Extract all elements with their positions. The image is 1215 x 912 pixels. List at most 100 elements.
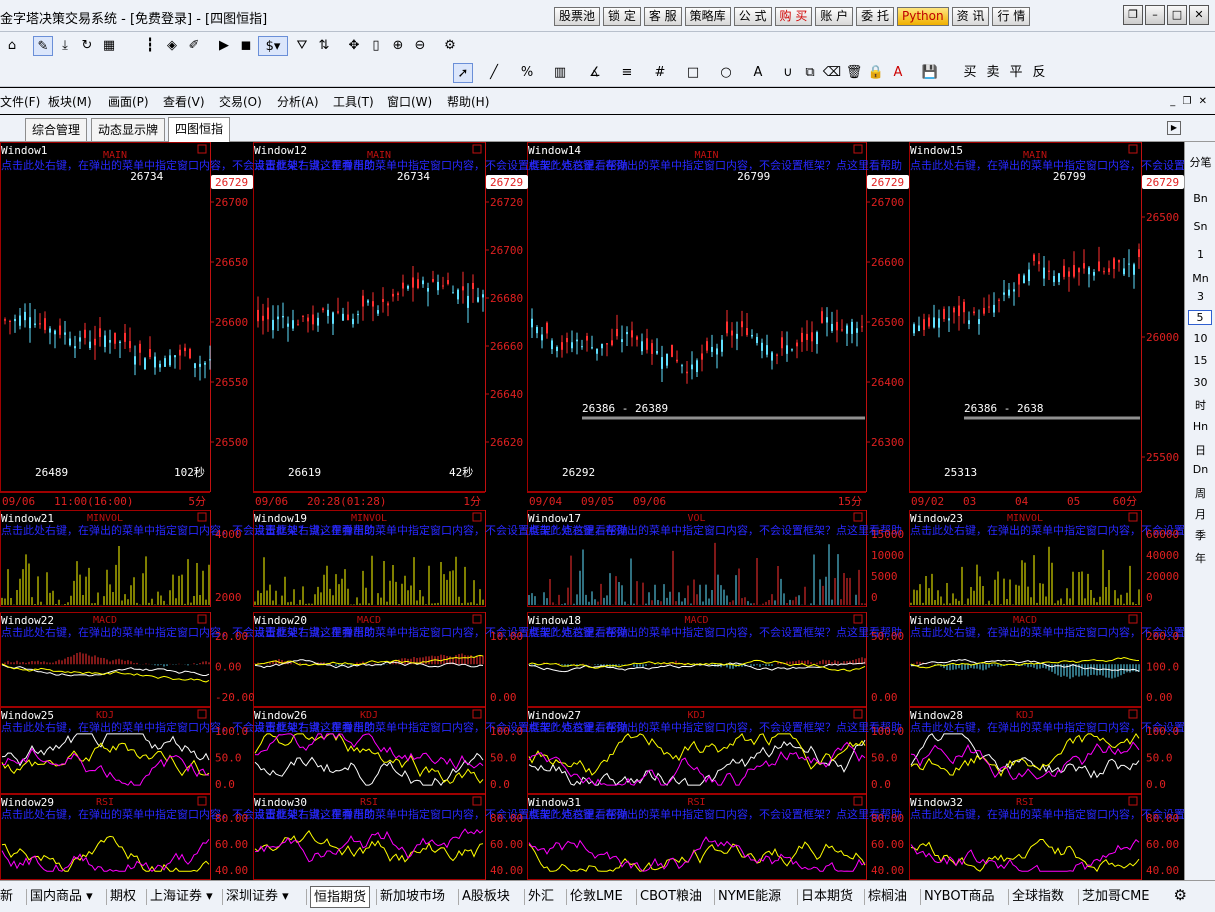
cursor-icon[interactable]: ➚ (453, 63, 473, 83)
line-tool-icon[interactable]: ╱ (484, 63, 504, 83)
market-tab-12[interactable]: 日本期货 (801, 886, 853, 908)
filter-icon[interactable]: ⛛ (292, 36, 312, 56)
period-button-3[interactable]: 1 (1185, 248, 1215, 261)
market-tab-10[interactable]: CBOT粮油 (640, 886, 702, 908)
maximize-button[interactable]: □ (1167, 5, 1187, 25)
edit-icon[interactable]: ✐ (184, 36, 204, 56)
menu-help[interactable]: 帮助(H) (447, 93, 489, 110)
period-button-12[interactable]: 日 (1185, 442, 1215, 458)
angle-tool-icon[interactable]: ∡ (585, 63, 605, 83)
fib-tool-icon[interactable]: ▥ (550, 63, 570, 83)
period-button-5[interactable]: 3 (1185, 290, 1215, 303)
account-button[interactable]: 账 户 (815, 7, 854, 26)
tab-four-hsi[interactable]: 四图恒指 (168, 117, 231, 142)
period-button-16[interactable]: 季 (1185, 527, 1215, 543)
kline-icon[interactable]: ┇ (140, 36, 160, 56)
period-button-9[interactable]: 30 (1185, 376, 1215, 389)
stop-icon[interactable]: ◼ (236, 36, 256, 56)
lock-icon[interactable]: 🔒 (866, 63, 886, 83)
period-button-2[interactable]: Sn (1185, 220, 1215, 233)
tab-dynamic-board[interactable]: 动态显示牌 (91, 118, 166, 141)
menu-window[interactable]: 窗口(W) (387, 93, 432, 110)
zoom-out-icon[interactable]: ⊖ (410, 36, 430, 56)
home-icon[interactable]: ⌂ (2, 36, 22, 56)
market-tab-16[interactable]: 芝加哥CME (1082, 886, 1150, 908)
dollar-icon[interactable]: $▾ (258, 36, 288, 56)
stock-pool-button[interactable]: 股票池 (554, 7, 601, 26)
text-tool-icon[interactable]: A (748, 63, 768, 83)
news-button[interactable]: 资 讯 (951, 7, 990, 26)
download-icon[interactable]: ⤓ (55, 36, 75, 56)
period-button-17[interactable]: 年 (1185, 550, 1215, 566)
quotes-button[interactable]: 行 情 (992, 7, 1031, 26)
period-button-7[interactable]: 10 (1185, 332, 1215, 345)
play-icon[interactable]: ▶ (214, 36, 234, 56)
period-button-14[interactable]: 周 (1185, 485, 1215, 501)
period-button-4[interactable]: Mn (1185, 272, 1215, 285)
market-tab-6[interactable]: 新加坡市场 (380, 886, 445, 908)
tab-scroll-right-icon[interactable]: ▶ (1167, 121, 1181, 135)
tab-overview[interactable]: 综合管理 (25, 118, 88, 141)
ruler-icon[interactable]: ▯ (366, 36, 386, 56)
period-button-1[interactable]: Bn (1185, 192, 1215, 205)
menu-tools[interactable]: 工具(T) (333, 93, 374, 110)
buy-button[interactable]: 买 (960, 63, 980, 83)
gear-icon[interactable]: ⚙ (440, 36, 460, 56)
menu-screen[interactable]: 画面(P) (108, 93, 149, 110)
chart-area[interactable]: Window1 MAIN点击此处右键，在弹出的菜单中指定窗口内容，不会设置框架？点… (0, 142, 1184, 880)
market-tab-4[interactable]: 深圳证券 ▾ (226, 886, 289, 908)
market-tab-5[interactable]: 恒指期货 (310, 886, 371, 908)
market-tab-3[interactable]: 上海证券 ▾ (150, 886, 213, 908)
restore-window-button[interactable]: ❐ (1123, 5, 1143, 25)
split-icon[interactable]: ⇅ (314, 36, 334, 56)
strategy-library-button[interactable]: 策略库 (684, 7, 731, 26)
grid-tool-icon[interactable]: # (650, 63, 670, 83)
draw-tool-icon[interactable]: ✎ (33, 36, 53, 56)
market-tab-7[interactable]: A股板块 (462, 886, 510, 908)
document-window-controls[interactable]: _ ❐ ✕ (1170, 96, 1209, 107)
menu-view[interactable]: 查看(V) (163, 93, 205, 110)
service-button[interactable]: 客 服 (643, 7, 682, 26)
percent-tool-icon[interactable]: % (517, 63, 537, 83)
menu-sector[interactable]: 板块(M) (48, 93, 92, 110)
layout-grid-icon[interactable]: ▦ (99, 36, 119, 56)
settings-gear-icon[interactable]: ⚙ (1174, 886, 1187, 904)
market-tab-1[interactable]: 国内商品 ▾ (30, 886, 93, 908)
sell-button[interactable]: 卖 (983, 63, 1003, 83)
menu-trade[interactable]: 交易(O) (219, 93, 262, 110)
market-tab-11[interactable]: NYME能源 (718, 886, 781, 908)
alert-icon[interactable]: ◈ (162, 36, 182, 56)
market-tab-14[interactable]: NYBOT商品 (924, 886, 995, 908)
period-button-0[interactable]: 分笔 (1185, 154, 1215, 170)
period-button-11[interactable]: Hn (1185, 420, 1215, 433)
refresh-icon[interactable]: ↻ (77, 36, 97, 56)
close-button[interactable]: ✕ (1189, 5, 1209, 25)
menu-analysis[interactable]: 分析(A) (277, 93, 319, 110)
rectangle-tool-icon[interactable]: □ (683, 63, 703, 83)
formula-button[interactable]: 公 式 (733, 7, 772, 26)
period-button-6[interactable]: 5 (1188, 310, 1212, 325)
zoom-in-icon[interactable]: ⊕ (388, 36, 408, 56)
market-tab-0[interactable]: 新 (0, 886, 13, 908)
python-button[interactable]: Python (897, 7, 949, 26)
market-tab-15[interactable]: 全球指数 (1012, 886, 1064, 908)
market-tab-2[interactable]: 期权 (110, 886, 136, 908)
buy-license-button[interactable]: 购 买 (774, 7, 813, 26)
move-icon[interactable]: ✥ (344, 36, 364, 56)
reverse-position-button[interactable]: 反 (1029, 63, 1049, 83)
close-position-button[interactable]: 平 (1006, 63, 1026, 83)
text-color-icon[interactable]: A (888, 63, 908, 83)
minimize-button[interactable]: – (1145, 5, 1165, 25)
delete-icon[interactable]: 🗑 (844, 63, 864, 83)
channel-tool-icon[interactable]: ≡ (617, 63, 637, 83)
copy-icon[interactable]: ⧉ (800, 63, 820, 83)
period-button-10[interactable]: 时 (1185, 397, 1215, 413)
menu-file[interactable]: 文件(F) (0, 93, 40, 110)
period-button-8[interactable]: 15 (1185, 354, 1215, 367)
eraser-icon[interactable]: ⌫ (822, 63, 842, 83)
save-icon[interactable]: 💾 (920, 63, 940, 83)
market-tab-8[interactable]: 外汇 (528, 886, 554, 908)
market-tab-13[interactable]: 棕榈油 (868, 886, 907, 908)
circle-tool-icon[interactable]: ○ (716, 63, 736, 83)
magnet-icon[interactable]: ∪ (778, 63, 798, 83)
